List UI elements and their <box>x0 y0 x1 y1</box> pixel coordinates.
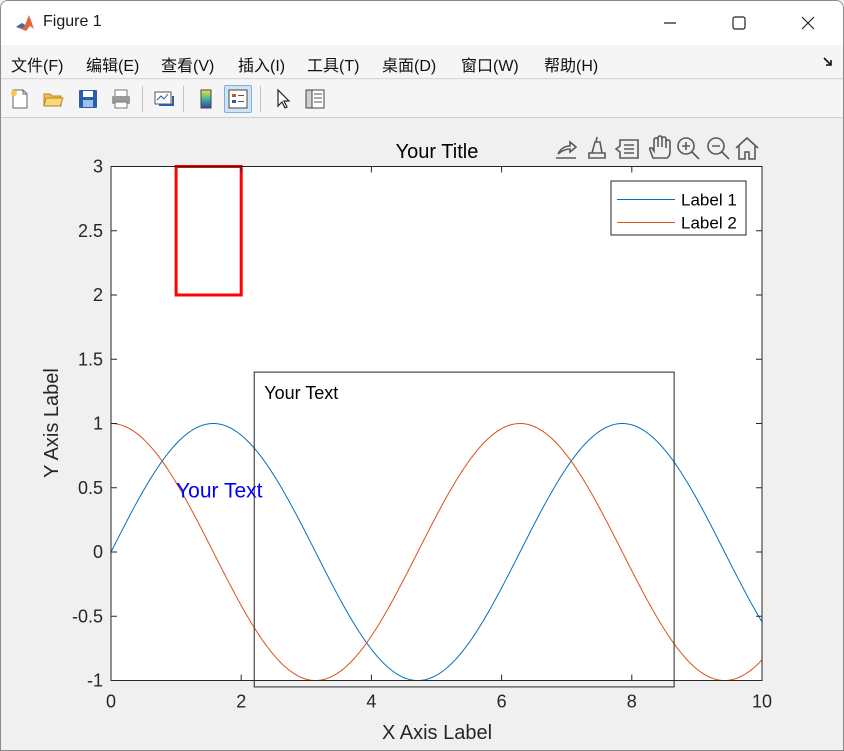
x-tick-label: 10 <box>752 692 772 712</box>
minimize-button[interactable] <box>635 1 705 45</box>
menu-tools[interactable]: 工具(T) <box>307 52 359 76</box>
menu-insert[interactable]: 插入(I) <box>238 52 285 76</box>
brush-icon[interactable] <box>588 136 606 159</box>
save-icon <box>79 90 97 108</box>
x-tick-label: 6 <box>497 692 507 712</box>
plot-svg: Your Text Your Text 0 2 4 6 8 10 -1 -0.5 0 0.5 1 1.… <box>41 135 772 744</box>
annotation-textbox-text: Your Text <box>264 383 338 403</box>
chart-title: Your Title <box>396 141 479 163</box>
axes-toolbar <box>556 135 759 160</box>
figure-toolbar <box>1 80 843 118</box>
x-tick-label: 8 <box>627 692 637 712</box>
y-tick-label: 2.5 <box>78 221 103 241</box>
insert-legend-button[interactable] <box>224 85 252 113</box>
annotation-text[interactable]: Your Text <box>176 479 263 502</box>
menu-bar: 文件(F) 编辑(E) 查看(V) 插入(I) 工具(T) 桌面(D) 窗口(W… <box>1 45 843 79</box>
menu-help[interactable]: 帮助(H) <box>544 52 598 76</box>
maximize-icon <box>732 16 746 30</box>
data-tips-icon[interactable] <box>614 139 639 159</box>
menu-file[interactable]: 文件(F) <box>11 52 63 76</box>
y-axis-label: Y Axis Label <box>41 368 63 478</box>
zoom-in-icon[interactable] <box>677 137 700 160</box>
legend-label-1: Label 1 <box>681 191 737 210</box>
new-figure-icon <box>11 89 28 109</box>
title-bar: Figure 1 <box>1 1 843 45</box>
menu-desktop[interactable]: 桌面(D) <box>382 52 436 76</box>
property-inspector-button[interactable] <box>301 85 329 113</box>
zoom-out-icon[interactable] <box>707 137 730 160</box>
legend[interactable]: Label 1 Label 2 <box>610 180 747 236</box>
print-icon <box>112 89 130 109</box>
minimize-icon <box>664 22 676 24</box>
window-title: Figure 1 <box>43 13 102 30</box>
y-tick-label: -1 <box>87 671 103 691</box>
link-plot-icon <box>154 91 174 106</box>
y-tick-label: 0.5 <box>78 478 103 498</box>
x-tick-label: 0 <box>106 692 116 712</box>
export-icon[interactable] <box>556 140 578 159</box>
toolbar-separator <box>183 86 184 112</box>
x-axis-label: X Axis Label <box>382 722 492 744</box>
edit-plot-icon <box>277 88 291 109</box>
pan-icon[interactable] <box>648 135 671 159</box>
matlab-logo-icon <box>14 12 36 34</box>
insert-legend-icon <box>228 89 248 109</box>
new-figure-button[interactable] <box>6 85 34 113</box>
close-icon <box>801 16 815 30</box>
y-tick-label: 0 <box>93 542 103 562</box>
close-button[interactable] <box>773 1 843 45</box>
figure-canvas: Your Text Your Text 0 2 4 6 8 10 -1 -0.5 0 0.5 1 1.… <box>1 119 843 750</box>
maximize-button[interactable] <box>704 1 774 45</box>
insert-colorbar-button[interactable] <box>192 85 220 113</box>
y-tick-label: -0.5 <box>72 606 103 626</box>
dock-arrow-icon[interactable] <box>822 56 834 68</box>
print-button[interactable] <box>107 85 135 113</box>
property-inspector-icon <box>305 89 325 109</box>
x-tick-label: 2 <box>236 692 246 712</box>
insert-colorbar-icon <box>200 89 212 109</box>
menu-window[interactable]: 窗口(W) <box>461 52 519 76</box>
legend-label-2: Label 2 <box>681 214 737 233</box>
figure-window: Figure 1 文件(F) 编辑(E) 查看(V) 插入(I) 工具(T) 桌… <box>0 0 844 751</box>
link-plot-button[interactable] <box>150 85 178 113</box>
open-file-button[interactable] <box>39 85 67 113</box>
save-button[interactable] <box>74 85 102 113</box>
toolbar-separator <box>260 86 261 112</box>
menu-edit[interactable]: 编辑(E) <box>86 52 139 76</box>
restore-view-icon[interactable] <box>735 136 759 160</box>
y-tick-label: 1.5 <box>78 349 103 369</box>
y-tick-label: 3 <box>93 157 103 177</box>
menu-view[interactable]: 查看(V) <box>161 52 214 76</box>
edit-plot-button[interactable] <box>269 85 297 113</box>
y-tick-label: 2 <box>93 285 103 305</box>
x-tick-label: 4 <box>366 692 376 712</box>
open-file-icon <box>43 93 64 107</box>
toolbar-separator <box>142 86 143 112</box>
y-tick-label: 1 <box>93 414 103 434</box>
